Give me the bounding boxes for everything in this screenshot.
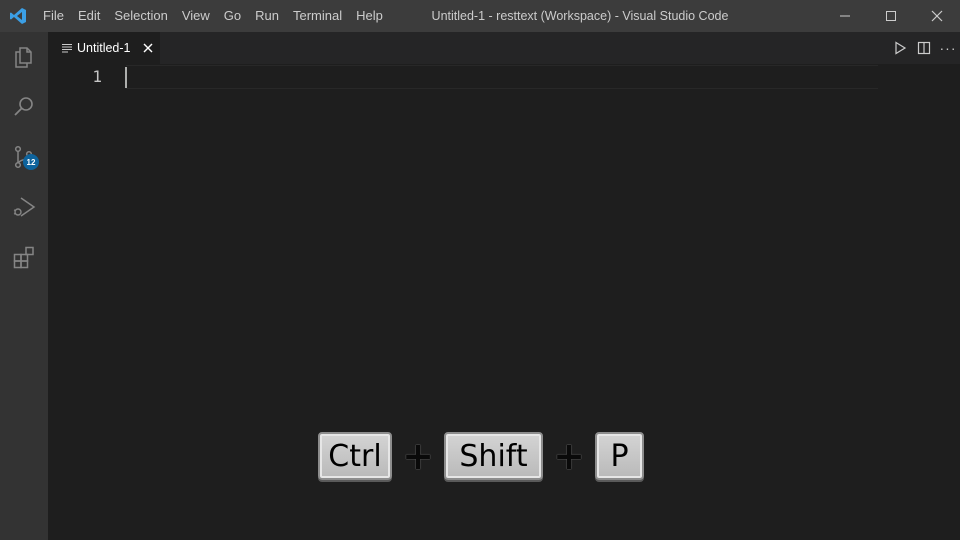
menu-file[interactable]: File <box>36 0 71 32</box>
lines-icon <box>62 44 72 53</box>
tabs-bar: Untitled-1 ··· <box>48 32 960 64</box>
explorer-button[interactable] <box>0 32 48 82</box>
extensions-button[interactable] <box>0 232 48 282</box>
key-ctrl: Ctrl <box>318 432 392 480</box>
key-shift: Shift <box>444 432 543 480</box>
source-control-button[interactable]: 12 <box>0 132 48 182</box>
search-button[interactable] <box>0 82 48 132</box>
editor-actions: ··· <box>888 32 960 64</box>
current-line-highlight <box>126 65 878 89</box>
line-number: 1 <box>92 67 102 86</box>
menu-selection[interactable]: Selection <box>107 0 174 32</box>
text-cursor <box>125 67 127 88</box>
minimize-button[interactable] <box>822 0 868 32</box>
menu-help[interactable]: Help <box>349 0 390 32</box>
tab-label: Untitled-1 <box>77 41 131 55</box>
tab-untitled-1[interactable]: Untitled-1 <box>48 32 160 64</box>
split-editor-button[interactable] <box>912 32 936 64</box>
split-editor-icon <box>917 41 931 55</box>
plus-separator: + <box>553 434 585 478</box>
source-control-badge: 12 <box>23 154 39 170</box>
maximize-button[interactable] <box>868 0 914 32</box>
more-actions-button[interactable]: ··· <box>936 32 960 64</box>
run-debug-icon <box>13 197 36 217</box>
run-debug-button[interactable] <box>0 182 48 232</box>
extensions-icon <box>13 246 34 269</box>
run-button[interactable] <box>888 32 912 64</box>
key-p: P <box>595 432 644 480</box>
window-controls <box>822 0 960 32</box>
plus-separator: + <box>402 434 434 478</box>
menu-terminal[interactable]: Terminal <box>286 0 349 32</box>
minimize-icon <box>840 15 850 17</box>
vscode-logo-icon <box>0 0 36 32</box>
run-icon <box>895 41 907 55</box>
menu-view[interactable]: View <box>175 0 217 32</box>
keyboard-shortcut-overlay: Ctrl + Shift + P <box>318 432 644 480</box>
close-icon <box>931 10 943 22</box>
tab-close-button[interactable] <box>141 41 155 55</box>
menu-run[interactable]: Run <box>248 0 286 32</box>
search-icon <box>14 97 33 116</box>
title-bar: File Edit Selection View Go Run Terminal… <box>0 0 960 32</box>
files-icon <box>15 47 32 68</box>
maximize-icon <box>886 11 896 21</box>
menu-go[interactable]: Go <box>217 0 248 32</box>
close-icon <box>143 43 152 53</box>
menu-edit[interactable]: Edit <box>71 0 107 32</box>
menu-bar: File Edit Selection View Go Run Terminal… <box>36 0 390 32</box>
close-window-button[interactable] <box>914 0 960 32</box>
activity-bar: 12 <box>0 32 48 540</box>
more-actions-icon: ··· <box>939 40 957 56</box>
